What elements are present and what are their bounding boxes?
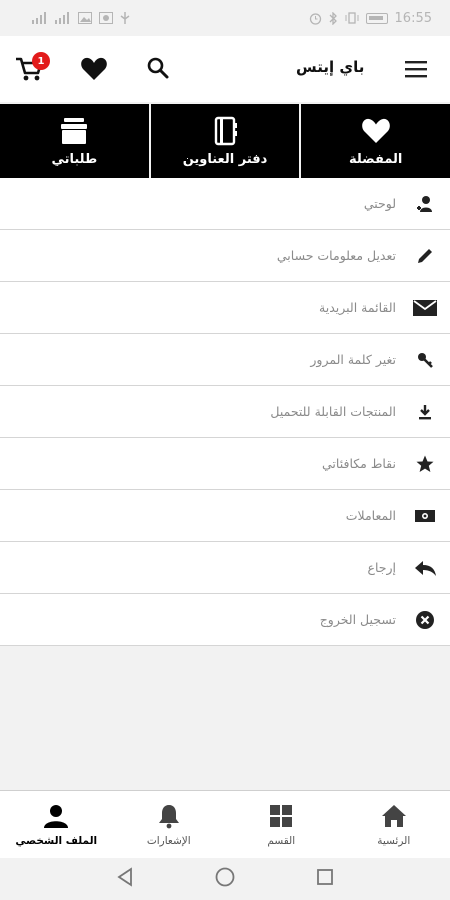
hamburger-menu-button[interactable] xyxy=(403,58,429,80)
nav-profile[interactable]: الملف الشخصي xyxy=(0,791,113,858)
box-icon xyxy=(61,117,88,144)
menu-item-downloadable-products[interactable]: المنتجات القابلة للتحميل xyxy=(0,386,450,438)
search-button[interactable] xyxy=(146,56,170,80)
menu-item-returns[interactable]: إرجاع xyxy=(0,542,450,594)
vibrate-icon xyxy=(345,12,359,24)
profile-icon xyxy=(44,804,69,828)
back-triangle-icon xyxy=(117,867,132,887)
brand-title: باي إيتس xyxy=(296,58,365,76)
menu-item-label: تسجيل الخروج xyxy=(319,612,396,627)
app-header: 1 باي إيتس xyxy=(0,36,450,102)
nav-notifications-label: الإشعارات xyxy=(146,834,191,847)
status-time: 16:55 xyxy=(394,10,432,26)
my-orders-label: طلباتي xyxy=(51,151,98,167)
image-icon xyxy=(78,12,92,24)
home-icon xyxy=(381,804,406,827)
cart-button[interactable]: 1 xyxy=(14,52,50,84)
heart-icon xyxy=(81,57,107,80)
star-icon xyxy=(412,452,438,476)
nav-notifications[interactable]: الإشعارات xyxy=(113,791,226,858)
menu-item-dashboard[interactable]: لوحتي xyxy=(0,178,450,230)
menu-item-edit-account[interactable]: تعديل معلومات حسابي xyxy=(0,230,450,282)
favorites-label: المفضلة xyxy=(348,151,403,167)
close-circle-icon xyxy=(412,608,438,632)
user-icon xyxy=(412,192,438,216)
status-right: 16:55 xyxy=(309,11,432,26)
usb-icon xyxy=(120,12,130,24)
home-circle-icon xyxy=(215,867,235,887)
menu-item-label: القائمة البريدية xyxy=(319,300,396,315)
envelope-icon xyxy=(412,296,438,320)
search-icon xyxy=(147,57,169,79)
key-icon xyxy=(412,348,438,372)
menu-item-transactions[interactable]: المعاملات xyxy=(0,490,450,542)
menu-item-label: إرجاع xyxy=(367,560,396,575)
menu-item-label: المنتجات القابلة للتحميل xyxy=(270,404,396,419)
menu-item-logout[interactable]: تسجيل الخروج xyxy=(0,594,450,646)
back-button[interactable] xyxy=(114,866,136,892)
favorites-tile-button[interactable]: المفضلة xyxy=(301,104,450,178)
system-navigation xyxy=(0,858,450,900)
home-system-button[interactable] xyxy=(214,866,236,892)
money-icon xyxy=(412,504,438,528)
cart-count-badge: 1 xyxy=(32,52,50,70)
hamburger-icon xyxy=(405,61,427,78)
account-menu: لوحتي تعديل معلومات حسابي القائمة البريد… xyxy=(0,178,450,646)
pencil-icon xyxy=(412,244,438,268)
menu-item-label: تغير كلمة المرور xyxy=(310,352,396,367)
nav-categories[interactable]: القسم xyxy=(225,791,338,858)
signal-icon xyxy=(32,12,48,24)
menu-item-newsletter[interactable]: القائمة البريدية xyxy=(0,282,450,334)
battery-icon xyxy=(365,12,388,24)
menu-item-label: تعديل معلومات حسابي xyxy=(276,248,396,263)
alarm-icon xyxy=(309,12,322,25)
menu-item-label: لوحتي xyxy=(363,196,396,211)
recents-square-icon xyxy=(317,869,333,885)
favorites-button[interactable] xyxy=(80,56,108,82)
recents-button[interactable] xyxy=(314,866,336,892)
quick-actions: طلباتي دفتر العناوين المفضلة xyxy=(0,104,450,178)
address-book-label: دفتر العناوين xyxy=(182,151,268,167)
photo-icon xyxy=(99,12,113,24)
nav-profile-label: الملف الشخصي xyxy=(15,834,98,847)
menu-item-label: المعاملات xyxy=(345,508,396,523)
download-icon xyxy=(412,400,438,424)
menu-item-reward-points[interactable]: نقاط مكافئاتي xyxy=(0,438,450,490)
nav-home-label: الرئسية xyxy=(377,834,411,847)
status-left xyxy=(32,12,130,24)
signal-2-icon xyxy=(55,12,71,24)
nav-categories-label: القسم xyxy=(267,834,296,847)
grid-icon xyxy=(270,804,293,827)
menu-item-change-password[interactable]: تغير كلمة المرور xyxy=(0,334,450,386)
status-bar: 16:55 xyxy=(0,0,450,36)
reply-icon xyxy=(412,556,438,580)
bottom-navigation: الملف الشخصي الإشعارات القسم الرئسية xyxy=(0,790,450,858)
my-orders-button[interactable]: طلباتي xyxy=(0,104,149,178)
menu-item-label: نقاط مكافئاتي xyxy=(321,456,396,471)
nav-home[interactable]: الرئسية xyxy=(338,791,450,858)
bluetooth-icon xyxy=(329,11,338,25)
address-book-icon xyxy=(214,116,237,145)
address-book-button[interactable]: دفتر العناوين xyxy=(150,104,300,178)
bell-icon xyxy=(158,804,179,828)
heart-icon xyxy=(361,118,390,143)
